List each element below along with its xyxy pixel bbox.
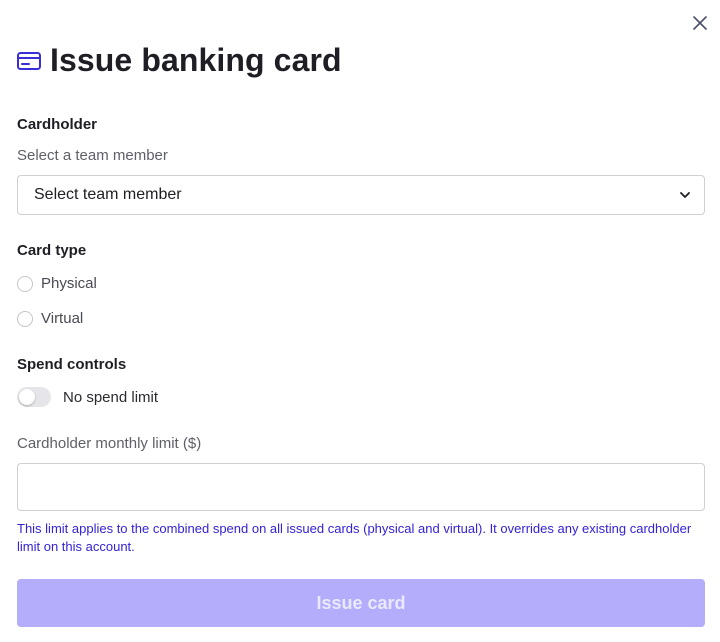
card-type-section-label: Card type bbox=[17, 242, 87, 259]
cardholder-sub-label: Select a team member bbox=[17, 147, 168, 164]
radio-physical-label: Physical bbox=[41, 275, 97, 292]
issue-card-button-label: Issue card bbox=[316, 592, 406, 613]
dialog-title: Issue banking card bbox=[50, 42, 342, 78]
toggle-knob bbox=[19, 389, 35, 405]
chevron-down-icon bbox=[680, 192, 690, 198]
radio-button[interactable] bbox=[17, 310, 33, 327]
close-icon bbox=[693, 16, 707, 30]
team-member-select[interactable]: Select team member bbox=[17, 175, 705, 215]
no-spend-limit-toggle-row[interactable]: No spend limit bbox=[17, 387, 158, 407]
radio-virtual-label: Virtual bbox=[41, 310, 84, 327]
cardholder-section-label: Cardholder bbox=[17, 116, 98, 133]
radio-virtual[interactable]: Virtual bbox=[17, 310, 83, 327]
credit-card-icon bbox=[17, 51, 41, 71]
issue-card-button[interactable]: Issue card bbox=[17, 579, 705, 627]
no-spend-limit-label: No spend limit bbox=[63, 388, 159, 406]
no-spend-limit-toggle[interactable] bbox=[17, 387, 51, 407]
spend-controls-section-label: Spend controls bbox=[17, 356, 127, 373]
close-button[interactable] bbox=[689, 12, 711, 34]
team-member-select-value: Select team member bbox=[34, 186, 182, 203]
monthly-limit-input[interactable] bbox=[17, 463, 705, 511]
issue-card-dialog: Issue banking card Cardholder Select a t… bbox=[0, 0, 720, 642]
dialog-header: Issue banking card bbox=[17, 42, 342, 79]
radio-button[interactable] bbox=[17, 275, 33, 292]
monthly-limit-help-text: This limit applies to the combined spend… bbox=[17, 521, 692, 554]
monthly-limit-label: Cardholder monthly limit ($) bbox=[17, 435, 202, 452]
radio-physical[interactable]: Physical bbox=[17, 275, 97, 292]
